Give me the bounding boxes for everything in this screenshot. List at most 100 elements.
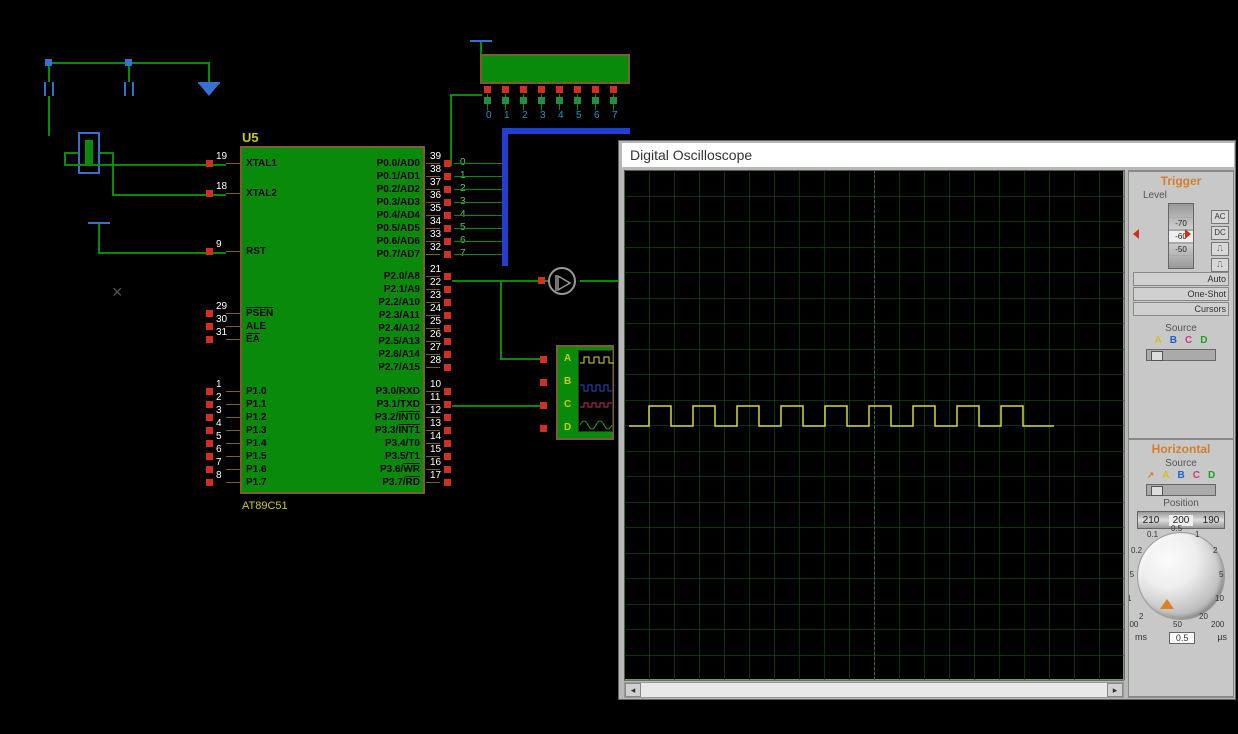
pin-terminal[interactable] bbox=[206, 248, 213, 255]
cap2-plate bbox=[132, 82, 134, 96]
pwr-bar bbox=[470, 40, 492, 42]
pin-terminal[interactable] bbox=[444, 273, 451, 280]
dc-coupling-button[interactable]: DC bbox=[1211, 226, 1229, 240]
scroll-left-button[interactable]: ◂ bbox=[625, 683, 641, 697]
pin-name: PSEN bbox=[246, 308, 273, 319]
gnd-icon bbox=[199, 84, 219, 96]
led-pin-label: 0 bbox=[486, 110, 492, 121]
pin-terminal[interactable] bbox=[444, 212, 451, 219]
pin-terminal[interactable] bbox=[206, 336, 213, 343]
pin-terminal[interactable] bbox=[444, 225, 451, 232]
pin-name: P2.3/A11 bbox=[358, 310, 420, 321]
pin-number: 27 bbox=[430, 342, 441, 353]
horizontal-scrollbar[interactable]: ◂ ▸ bbox=[624, 682, 1124, 698]
pin-number: 17 bbox=[430, 470, 441, 481]
pin-name: P2.4/A12 bbox=[358, 323, 420, 334]
pin-terminal[interactable] bbox=[206, 310, 213, 317]
pin-name: P2.2/A10 bbox=[358, 297, 420, 308]
pin-number: 35 bbox=[430, 203, 441, 214]
pin-number: 33 bbox=[430, 229, 441, 240]
oneshot-button[interactable]: One-Shot bbox=[1133, 287, 1229, 301]
pin-terminal[interactable] bbox=[444, 466, 451, 473]
pin-terminal[interactable] bbox=[444, 325, 451, 332]
pin-name: P1.7 bbox=[246, 477, 267, 488]
wire bbox=[580, 280, 620, 282]
analyzer-ch-d: D bbox=[564, 422, 571, 433]
pin-terminal[interactable] bbox=[444, 160, 451, 167]
pin-name: P0.6/AD6 bbox=[358, 236, 420, 247]
pin-terminal[interactable] bbox=[206, 414, 213, 421]
pin-terminal[interactable] bbox=[444, 351, 451, 358]
pin-terminal[interactable] bbox=[444, 186, 451, 193]
pin-terminal[interactable] bbox=[444, 401, 451, 408]
horizontal-source-slider[interactable] bbox=[1146, 484, 1216, 496]
pin-terminal[interactable] bbox=[206, 479, 213, 486]
trigger-heading: Trigger bbox=[1129, 172, 1233, 190]
unit-us: µs bbox=[1217, 632, 1227, 644]
pin-number: 30 bbox=[216, 314, 227, 325]
pin-number: 9 bbox=[216, 239, 222, 250]
pin-number: 37 bbox=[430, 177, 441, 188]
pin-terminal[interactable] bbox=[444, 238, 451, 245]
pin-terminal[interactable] bbox=[206, 160, 213, 167]
pin-number: 19 bbox=[216, 151, 227, 162]
pin-terminal[interactable] bbox=[206, 427, 213, 434]
cursors-button[interactable]: Cursors bbox=[1133, 302, 1229, 316]
trigger-source-slider[interactable] bbox=[1146, 349, 1216, 361]
pin-number: 10 bbox=[430, 379, 441, 390]
pin-terminal[interactable] bbox=[444, 312, 451, 319]
pin-terminal[interactable] bbox=[444, 453, 451, 460]
pin-terminal[interactable] bbox=[444, 251, 451, 258]
position-wheel[interactable]: 210 200 190 bbox=[1137, 511, 1225, 529]
pin-name: P0.2/AD2 bbox=[358, 184, 420, 195]
wire bbox=[452, 405, 540, 407]
auto-button[interactable]: Auto bbox=[1133, 272, 1229, 286]
edge-falling-button[interactable]: ⎍ bbox=[1211, 258, 1229, 272]
pin-terminal[interactable] bbox=[206, 323, 213, 330]
pin-terminal[interactable] bbox=[206, 440, 213, 447]
analyzer-ch-c: C bbox=[564, 399, 571, 410]
pin-terminal[interactable] bbox=[444, 173, 451, 180]
pin-number: 13 bbox=[430, 418, 441, 429]
chip-part: AT89C51 bbox=[242, 500, 288, 512]
pin-number: 29 bbox=[216, 301, 227, 312]
pin-name: XTAL2 bbox=[246, 188, 277, 199]
pin-terminal[interactable] bbox=[206, 388, 213, 395]
pin-number: 1 bbox=[216, 379, 222, 390]
edge-rising-button[interactable]: ⎍ bbox=[1211, 242, 1229, 256]
pin-terminal[interactable] bbox=[444, 479, 451, 486]
pin-terminal[interactable] bbox=[444, 427, 451, 434]
pin-name: P2.1/A9 bbox=[358, 284, 420, 295]
pin-name: P0.5/AD5 bbox=[358, 223, 420, 234]
pin-terminal[interactable] bbox=[444, 364, 451, 371]
analyzer-pin bbox=[540, 379, 547, 386]
schematic-canvas[interactable]: × U5 AT89C51 A B C D bbox=[0, 0, 615, 734]
pin-terminal[interactable] bbox=[444, 414, 451, 421]
pin-number: 23 bbox=[430, 290, 441, 301]
horizontal-source-label: Source bbox=[1129, 458, 1233, 469]
pin-name: P1.5 bbox=[246, 451, 267, 462]
pin-terminal[interactable] bbox=[206, 466, 213, 473]
pin-terminal[interactable] bbox=[444, 338, 451, 345]
pin-name: P3.3/INT1 bbox=[358, 425, 420, 436]
chip-ref: U5 bbox=[242, 130, 259, 145]
led-array[interactable] bbox=[480, 54, 630, 84]
pin-terminal[interactable] bbox=[444, 388, 451, 395]
pin-terminal[interactable] bbox=[206, 401, 213, 408]
pin-name: P3.6/WR bbox=[358, 464, 420, 475]
diode-icon[interactable] bbox=[548, 267, 576, 295]
pin-name: P2.0/A8 bbox=[358, 271, 420, 282]
junction bbox=[125, 59, 132, 66]
scroll-right-button[interactable]: ▸ bbox=[1107, 683, 1123, 697]
led-pin-label: 7 bbox=[612, 110, 618, 121]
pin-terminal[interactable] bbox=[206, 190, 213, 197]
pin-name: P1.0 bbox=[246, 386, 267, 397]
pin-terminal[interactable] bbox=[444, 286, 451, 293]
ac-coupling-button[interactable]: AC bbox=[1211, 210, 1229, 224]
timebase-value[interactable]: 0.5 bbox=[1169, 632, 1195, 644]
pin-terminal[interactable] bbox=[206, 453, 213, 460]
pin-terminal[interactable] bbox=[444, 440, 451, 447]
pin-terminal[interactable] bbox=[444, 199, 451, 206]
pin-terminal[interactable] bbox=[444, 299, 451, 306]
timebase-dial[interactable] bbox=[1137, 532, 1225, 620]
